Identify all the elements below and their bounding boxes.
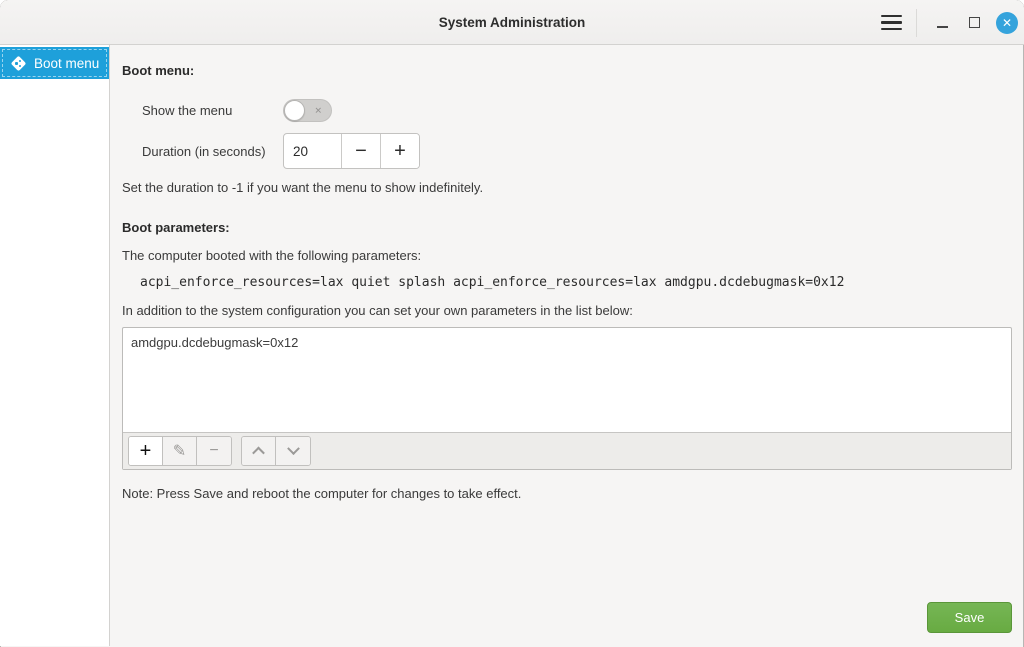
close-button[interactable]: ✕: [996, 12, 1018, 34]
boot-parameters-heading: Boot parameters:: [122, 220, 1012, 235]
show-menu-label: Show the menu: [142, 103, 283, 118]
duration-spinner: − +: [283, 133, 420, 169]
boot-diamond-icon: [10, 55, 26, 71]
app-menu-button[interactable]: [875, 7, 907, 39]
minimize-button[interactable]: [926, 7, 958, 39]
minimize-icon: [937, 26, 948, 28]
main-panel: Boot menu: Show the menu ✕ Duration (in …: [110, 45, 1024, 646]
move-up-button[interactable]: [242, 437, 276, 465]
custom-params-list[interactable]: amdgpu.dcdebugmask=0x12: [123, 328, 1011, 432]
window-title: System Administration: [0, 0, 1024, 45]
custom-params-box: amdgpu.dcdebugmask=0x12 + ✎ −: [122, 327, 1012, 470]
show-menu-toggle[interactable]: ✕: [283, 99, 332, 122]
boot-menu-heading: Boot menu:: [122, 63, 1012, 78]
reorder-button-group: [241, 436, 311, 466]
booted-params-value: acpi_enforce_resources=lax quiet splash …: [140, 275, 1012, 290]
titlebar: System Administration ✕: [0, 0, 1024, 45]
list-item[interactable]: amdgpu.dcdebugmask=0x12: [131, 334, 1003, 351]
close-icon: ✕: [1002, 17, 1012, 29]
add-param-button[interactable]: +: [129, 437, 163, 465]
sidebar-item-label: Boot menu: [34, 56, 99, 71]
titlebar-separator: [916, 9, 917, 37]
booted-with-label: The computer booted with the following p…: [122, 248, 1012, 263]
duration-row: Duration (in seconds) − +: [122, 133, 1012, 169]
remove-param-button[interactable]: −: [197, 437, 231, 465]
system-administration-window: System Administration ✕ Boot me: [0, 0, 1024, 647]
chevron-up-icon: [252, 446, 265, 459]
duration-hint: Set the duration to -1 if you want the m…: [122, 180, 1012, 195]
toggle-off-icon: ✕: [314, 106, 322, 115]
toggle-knob: [284, 100, 305, 121]
show-menu-row: Show the menu ✕: [122, 99, 1012, 122]
chevron-down-icon: [287, 442, 300, 455]
sidebar-item-boot-menu[interactable]: Boot menu: [0, 47, 109, 79]
params-toolbar: + ✎ −: [123, 432, 1011, 469]
duration-increment-button[interactable]: +: [381, 134, 419, 168]
move-down-button[interactable]: [276, 437, 310, 465]
duration-label: Duration (in seconds): [142, 144, 283, 159]
edit-button-group: + ✎ −: [128, 436, 232, 466]
window-controls: ✕: [875, 0, 1018, 45]
maximize-button[interactable]: [958, 7, 990, 39]
save-button[interactable]: Save: [927, 602, 1012, 633]
hamburger-icon: [881, 15, 902, 31]
maximize-icon: [969, 17, 980, 28]
duration-input[interactable]: [284, 134, 341, 168]
save-note: Note: Press Save and reboot the computer…: [122, 486, 1012, 501]
duration-decrement-button[interactable]: −: [342, 134, 380, 168]
edit-param-button[interactable]: ✎: [163, 437, 197, 465]
pencil-icon: ✎: [173, 441, 186, 461]
sidebar: Boot menu: [0, 45, 110, 646]
custom-params-intro: In addition to the system configuration …: [122, 303, 1012, 318]
